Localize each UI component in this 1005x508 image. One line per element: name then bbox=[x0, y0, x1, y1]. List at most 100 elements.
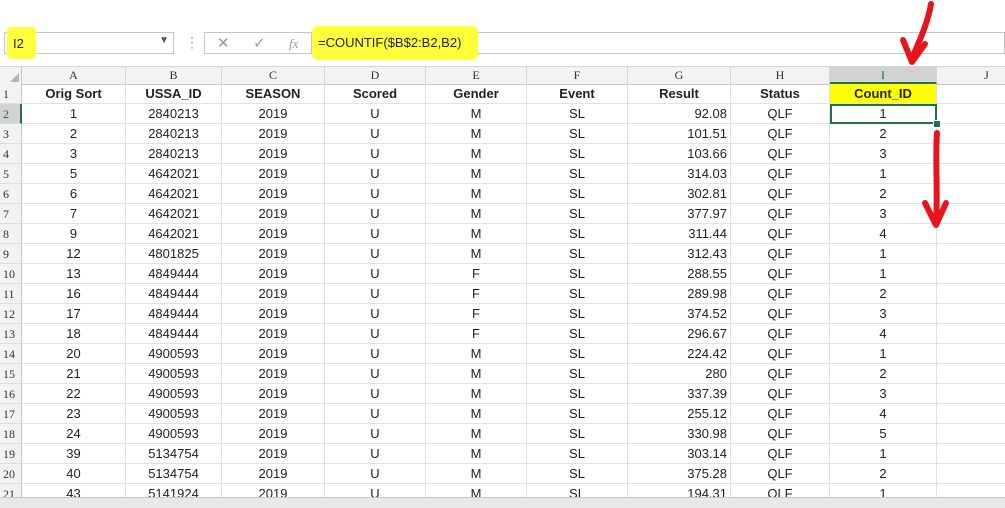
table-cell[interactable]: 2840213 bbox=[126, 144, 222, 164]
table-cell[interactable]: SL bbox=[527, 304, 628, 324]
table-cell[interactable]: 4642021 bbox=[126, 164, 222, 184]
table-cell[interactable]: 4801825 bbox=[126, 244, 222, 264]
table-cell[interactable]: 288.55 bbox=[628, 264, 731, 284]
table-cell[interactable]: 2019 bbox=[222, 124, 325, 144]
table-cell[interactable]: 375.28 bbox=[628, 464, 731, 484]
table-cell[interactable]: U bbox=[325, 104, 426, 124]
table-cell[interactable]: 21 bbox=[22, 364, 126, 384]
row-header[interactable]: 20 bbox=[0, 464, 22, 484]
table-cell[interactable] bbox=[937, 304, 1005, 324]
table-cell[interactable]: 374.52 bbox=[628, 304, 731, 324]
table-cell[interactable]: 1 bbox=[830, 244, 937, 264]
table-cell[interactable]: QLF bbox=[731, 344, 830, 364]
table-cell[interactable]: SL bbox=[527, 464, 628, 484]
table-cell[interactable]: 3 bbox=[830, 304, 937, 324]
header-cell[interactable]: Count_ID bbox=[830, 84, 937, 104]
table-cell[interactable]: 5 bbox=[830, 424, 937, 444]
table-cell[interactable] bbox=[937, 404, 1005, 424]
table-cell[interactable]: SL bbox=[527, 244, 628, 264]
table-cell[interactable]: U bbox=[325, 464, 426, 484]
table-cell[interactable]: QLF bbox=[731, 184, 830, 204]
header-cell[interactable]: USSA_ID bbox=[126, 84, 222, 104]
table-cell[interactable]: 2019 bbox=[222, 444, 325, 464]
table-cell[interactable]: QLF bbox=[731, 144, 830, 164]
table-cell[interactable]: 5134754 bbox=[126, 464, 222, 484]
table-cell[interactable] bbox=[937, 264, 1005, 284]
table-cell[interactable]: U bbox=[325, 404, 426, 424]
row-header[interactable]: 13 bbox=[0, 324, 22, 344]
table-cell[interactable]: 4900593 bbox=[126, 344, 222, 364]
table-cell[interactable]: 4849444 bbox=[126, 324, 222, 344]
table-cell[interactable]: U bbox=[325, 424, 426, 444]
table-cell[interactable]: F bbox=[426, 324, 527, 344]
table-cell[interactable]: 4900593 bbox=[126, 404, 222, 424]
table-cell[interactable] bbox=[937, 164, 1005, 184]
table-cell[interactable] bbox=[937, 384, 1005, 404]
table-cell[interactable]: QLF bbox=[731, 464, 830, 484]
table-cell[interactable]: U bbox=[325, 244, 426, 264]
table-cell[interactable]: M bbox=[426, 124, 527, 144]
table-cell[interactable]: 4642021 bbox=[126, 224, 222, 244]
table-cell[interactable]: 224.42 bbox=[628, 344, 731, 364]
table-cell[interactable]: 2019 bbox=[222, 244, 325, 264]
table-cell[interactable]: 4849444 bbox=[126, 264, 222, 284]
column-header-e[interactable]: E bbox=[426, 67, 527, 84]
row-header[interactable]: 4 bbox=[0, 144, 22, 164]
row-header[interactable]: 18 bbox=[0, 424, 22, 444]
table-cell[interactable]: QLF bbox=[731, 164, 830, 184]
table-cell[interactable]: 23 bbox=[22, 404, 126, 424]
table-cell[interactable]: 3 bbox=[830, 144, 937, 164]
table-cell[interactable]: 302.81 bbox=[628, 184, 731, 204]
table-cell[interactable]: SL bbox=[527, 144, 628, 164]
table-cell[interactable]: M bbox=[426, 364, 527, 384]
table-cell[interactable]: 2019 bbox=[222, 364, 325, 384]
row-header[interactable]: 2 bbox=[0, 104, 22, 124]
table-cell[interactable]: M bbox=[426, 204, 527, 224]
table-cell[interactable]: U bbox=[325, 364, 426, 384]
table-cell[interactable]: 20 bbox=[22, 344, 126, 364]
row-header[interactable]: 10 bbox=[0, 264, 22, 284]
table-cell[interactable]: 13 bbox=[22, 264, 126, 284]
table-cell[interactable]: 2019 bbox=[222, 164, 325, 184]
table-cell[interactable]: 24 bbox=[22, 424, 126, 444]
table-cell[interactable]: 2019 bbox=[222, 324, 325, 344]
table-cell[interactable]: F bbox=[426, 304, 527, 324]
table-cell[interactable]: SL bbox=[527, 184, 628, 204]
column-header-j[interactable]: J bbox=[937, 67, 1005, 84]
table-cell[interactable]: 22 bbox=[22, 384, 126, 404]
header-cell[interactable] bbox=[937, 84, 1005, 104]
table-cell[interactable] bbox=[937, 344, 1005, 364]
table-cell[interactable]: SL bbox=[527, 364, 628, 384]
table-cell[interactable]: U bbox=[325, 304, 426, 324]
table-cell[interactable]: 2019 bbox=[222, 464, 325, 484]
name-box[interactable]: I2 ▼ bbox=[4, 27, 174, 59]
table-cell[interactable]: 40 bbox=[22, 464, 126, 484]
table-cell[interactable] bbox=[937, 464, 1005, 484]
table-cell[interactable]: 1 bbox=[22, 104, 126, 124]
table-cell[interactable] bbox=[937, 284, 1005, 304]
column-header-g[interactable]: G bbox=[628, 67, 731, 84]
row-header[interactable]: 1 bbox=[0, 84, 22, 104]
table-cell[interactable]: SL bbox=[527, 124, 628, 144]
table-cell[interactable]: 337.39 bbox=[628, 384, 731, 404]
table-cell[interactable]: 312.43 bbox=[628, 244, 731, 264]
table-cell[interactable] bbox=[937, 144, 1005, 164]
table-cell[interactable]: U bbox=[325, 144, 426, 164]
table-cell[interactable]: 2019 bbox=[222, 144, 325, 164]
table-cell[interactable]: SL bbox=[527, 264, 628, 284]
table-cell[interactable]: QLF bbox=[731, 384, 830, 404]
table-cell[interactable] bbox=[937, 244, 1005, 264]
fill-handle[interactable] bbox=[933, 120, 941, 128]
row-header[interactable]: 17 bbox=[0, 404, 22, 424]
table-cell[interactable]: 289.98 bbox=[628, 284, 731, 304]
table-cell[interactable]: 7 bbox=[22, 204, 126, 224]
table-cell[interactable]: M bbox=[426, 464, 527, 484]
table-cell[interactable] bbox=[937, 424, 1005, 444]
table-cell[interactable]: U bbox=[325, 124, 426, 144]
table-cell[interactable]: 2 bbox=[22, 124, 126, 144]
table-cell[interactable]: 3 bbox=[830, 384, 937, 404]
more-vertical-icon[interactable]: ⋮ bbox=[185, 34, 199, 51]
table-cell[interactable]: 101.51 bbox=[628, 124, 731, 144]
table-cell[interactable] bbox=[937, 184, 1005, 204]
table-cell[interactable]: QLF bbox=[731, 244, 830, 264]
